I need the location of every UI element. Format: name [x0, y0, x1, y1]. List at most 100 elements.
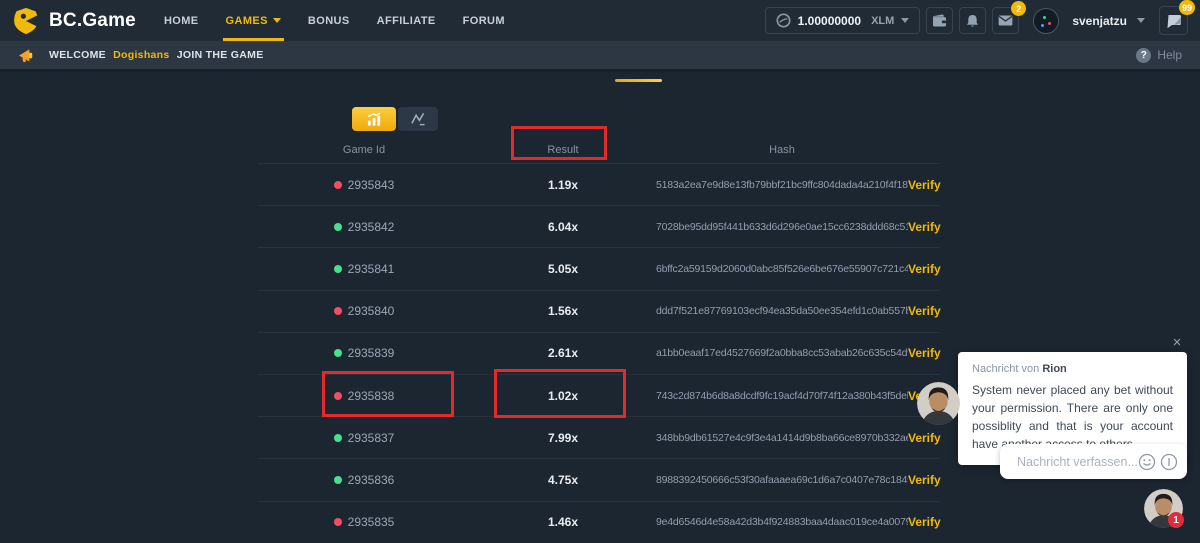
welcome-suffix: JOIN THE GAME	[177, 49, 264, 61]
close-icon[interactable]: ×	[1168, 334, 1186, 352]
result-multiplier: 4.75x	[470, 473, 656, 487]
game-history-table: Game Id Result Hash 2935843 1.19x 5183a2…	[258, 136, 940, 543]
welcome-username[interactable]: Dogishans	[113, 49, 169, 61]
welcome-prefix: WELCOME	[49, 49, 106, 61]
table-row: 2935842 6.04x 7028be95dd95f441b633d6d296…	[258, 205, 940, 247]
nav-item-games[interactable]: GAMES	[226, 0, 281, 41]
verify-link[interactable]: Verify	[908, 262, 940, 276]
game-id[interactable]: 2935840	[348, 304, 395, 318]
game-hash: 348bb9db61527e4c9f3e4a1414d9b8ba66ce8970…	[656, 432, 908, 444]
message-body: System never placed any bet without your…	[972, 381, 1173, 453]
game-hash: a1bb0eaaf17ed4527669f2a0bba8cc53abab26c6…	[656, 347, 908, 359]
game-hash: 7028be95dd95f441b633d6d296e0ae15cc6238dd…	[656, 221, 908, 233]
game-id[interactable]: 2935843	[348, 178, 395, 192]
result-multiplier: 7.99x	[470, 431, 656, 445]
message-from-label: Nachricht von Rion	[972, 363, 1173, 375]
game-id[interactable]: 2935842	[348, 220, 395, 234]
chat-button[interactable]: 99	[1159, 6, 1188, 35]
trend-line-icon	[410, 112, 426, 126]
chat-message-input[interactable]	[1017, 455, 1138, 469]
wallet-icon	[932, 14, 947, 27]
table-row: 2935843 1.19x 5183a2ea7e9d8e13fb79bbf21b…	[258, 163, 940, 205]
game-id[interactable]: 2935841	[348, 262, 395, 276]
bc-game-logo-icon[interactable]	[12, 7, 40, 35]
bc-game-page: BC.Game HOME GAMES BONUS AFFILIATE FORUM	[0, 0, 1200, 543]
nav-item-bonus[interactable]: BONUS	[308, 0, 350, 41]
game-id[interactable]: 2935837	[348, 431, 395, 445]
question-mark-icon: ?	[1136, 48, 1151, 63]
mail-badge: 2	[1011, 1, 1026, 16]
table-row: 2935836 4.75x 8988392450666c53f30afaaaea…	[258, 458, 940, 500]
game-id[interactable]: 2935836	[348, 473, 395, 487]
balance-currency: XLM	[871, 15, 894, 27]
result-multiplier: 1.19x	[470, 178, 656, 192]
chat-badge: 99	[1179, 0, 1195, 15]
bell-icon	[966, 14, 979, 28]
history-view-tabs	[352, 107, 438, 131]
result-status-dot	[334, 307, 342, 315]
result-status-dot	[334, 349, 342, 357]
game-hash: 6bffc2a59159d2060d0abc85f526e6be676e5590…	[656, 263, 908, 275]
username-label[interactable]: svenjatzu	[1072, 14, 1127, 28]
table-row: 2935835 1.46x 9e4d6546d4e58a42d3b4f92488…	[258, 501, 940, 543]
emoji-icon[interactable]	[1138, 453, 1156, 471]
welcome-message: WELCOME Dogishans JOIN THE GAME	[49, 49, 264, 61]
table-row: 2935837 7.99x 348bb9db61527e4c9f3e4a1414…	[258, 416, 940, 458]
top-navbar: BC.Game HOME GAMES BONUS AFFILIATE FORUM	[0, 0, 1200, 41]
message-sender: Rion	[1042, 363, 1066, 375]
header-hash: Hash	[656, 144, 908, 156]
verify-link[interactable]: Verify	[908, 304, 940, 318]
balance-selector[interactable]: 1.00000000 XLM	[765, 7, 921, 34]
header-game-id: Game Id	[258, 144, 470, 156]
mail-button[interactable]: 2	[992, 7, 1019, 34]
game-hash: 8988392450666c53f30afaaaea69c1d6a7c0407e…	[656, 474, 908, 486]
main-nav: HOME GAMES BONUS AFFILIATE FORUM	[164, 0, 505, 41]
megaphone-icon	[18, 48, 35, 63]
tab-bets-list[interactable]	[352, 107, 396, 131]
welcome-banner: WELCOME Dogishans JOIN THE GAME ? Help	[0, 41, 1200, 72]
verify-link[interactable]: Verify	[908, 515, 940, 529]
result-multiplier: 6.04x	[470, 220, 656, 234]
unread-count-badge: 1	[1168, 512, 1184, 528]
xlm-coin-icon	[776, 13, 791, 28]
nav-item-forum[interactable]: FORUM	[463, 0, 505, 41]
game-hash: 5183a2ea7e9d8e13fb79bbf21bc9ffc804dada4a…	[656, 179, 908, 191]
verify-link[interactable]: Verify	[908, 346, 940, 360]
bar-chart-icon	[366, 112, 383, 127]
result-status-dot	[334, 223, 342, 231]
sender-avatar	[917, 382, 960, 425]
result-multiplier: 5.05x	[470, 262, 656, 276]
table-row: 2935841 5.05x 6bffc2a59159d2060d0abc85f5…	[258, 247, 940, 289]
nav-item-home[interactable]: HOME	[164, 0, 199, 41]
wallet-button[interactable]	[926, 7, 953, 34]
navbar-right-cluster: 1.00000000 XLM	[765, 6, 1188, 35]
result-multiplier: 2.61x	[470, 346, 656, 360]
game-id[interactable]: 2935839	[348, 346, 395, 360]
game-hash: 9e4d6546d4e58a42d3b4f924883baa4daac019ce…	[656, 516, 908, 528]
verify-link[interactable]: Verify	[908, 473, 940, 487]
verify-link[interactable]: Verify	[908, 178, 940, 192]
result-multiplier: 1.56x	[470, 304, 656, 318]
tab-trend-chart[interactable]	[398, 107, 438, 131]
brand-title[interactable]: BC.Game	[49, 10, 136, 32]
table-row: 2935839 2.61x a1bb0eaaf17ed4527669f2a0bb…	[258, 332, 940, 374]
attachment-icon[interactable]	[1160, 453, 1178, 471]
game-hash: 743c2d874b6d8a8dcdf9fc19acf4d70f74f12a38…	[656, 390, 908, 402]
chat-input-bar	[1000, 444, 1187, 479]
chevron-down-icon[interactable]	[1137, 18, 1145, 23]
chat-bubble-icon	[1166, 13, 1182, 29]
help-label: Help	[1157, 48, 1182, 62]
user-avatar[interactable]	[1033, 8, 1059, 34]
help-button[interactable]: ? Help	[1136, 48, 1182, 63]
notifications-button[interactable]	[959, 7, 986, 34]
game-id[interactable]: 2935835	[348, 515, 395, 529]
verify-link[interactable]: Verify	[908, 431, 940, 445]
result-multiplier: 1.46x	[470, 515, 656, 529]
verify-link[interactable]: Verify	[908, 220, 940, 234]
mail-icon	[998, 15, 1013, 26]
result-status-dot	[334, 181, 342, 189]
tab-indicator-line	[615, 79, 662, 82]
highlight-box-result-1-02x	[494, 369, 626, 418]
nav-item-affiliate[interactable]: AFFILIATE	[377, 0, 436, 41]
result-status-dot	[334, 434, 342, 442]
